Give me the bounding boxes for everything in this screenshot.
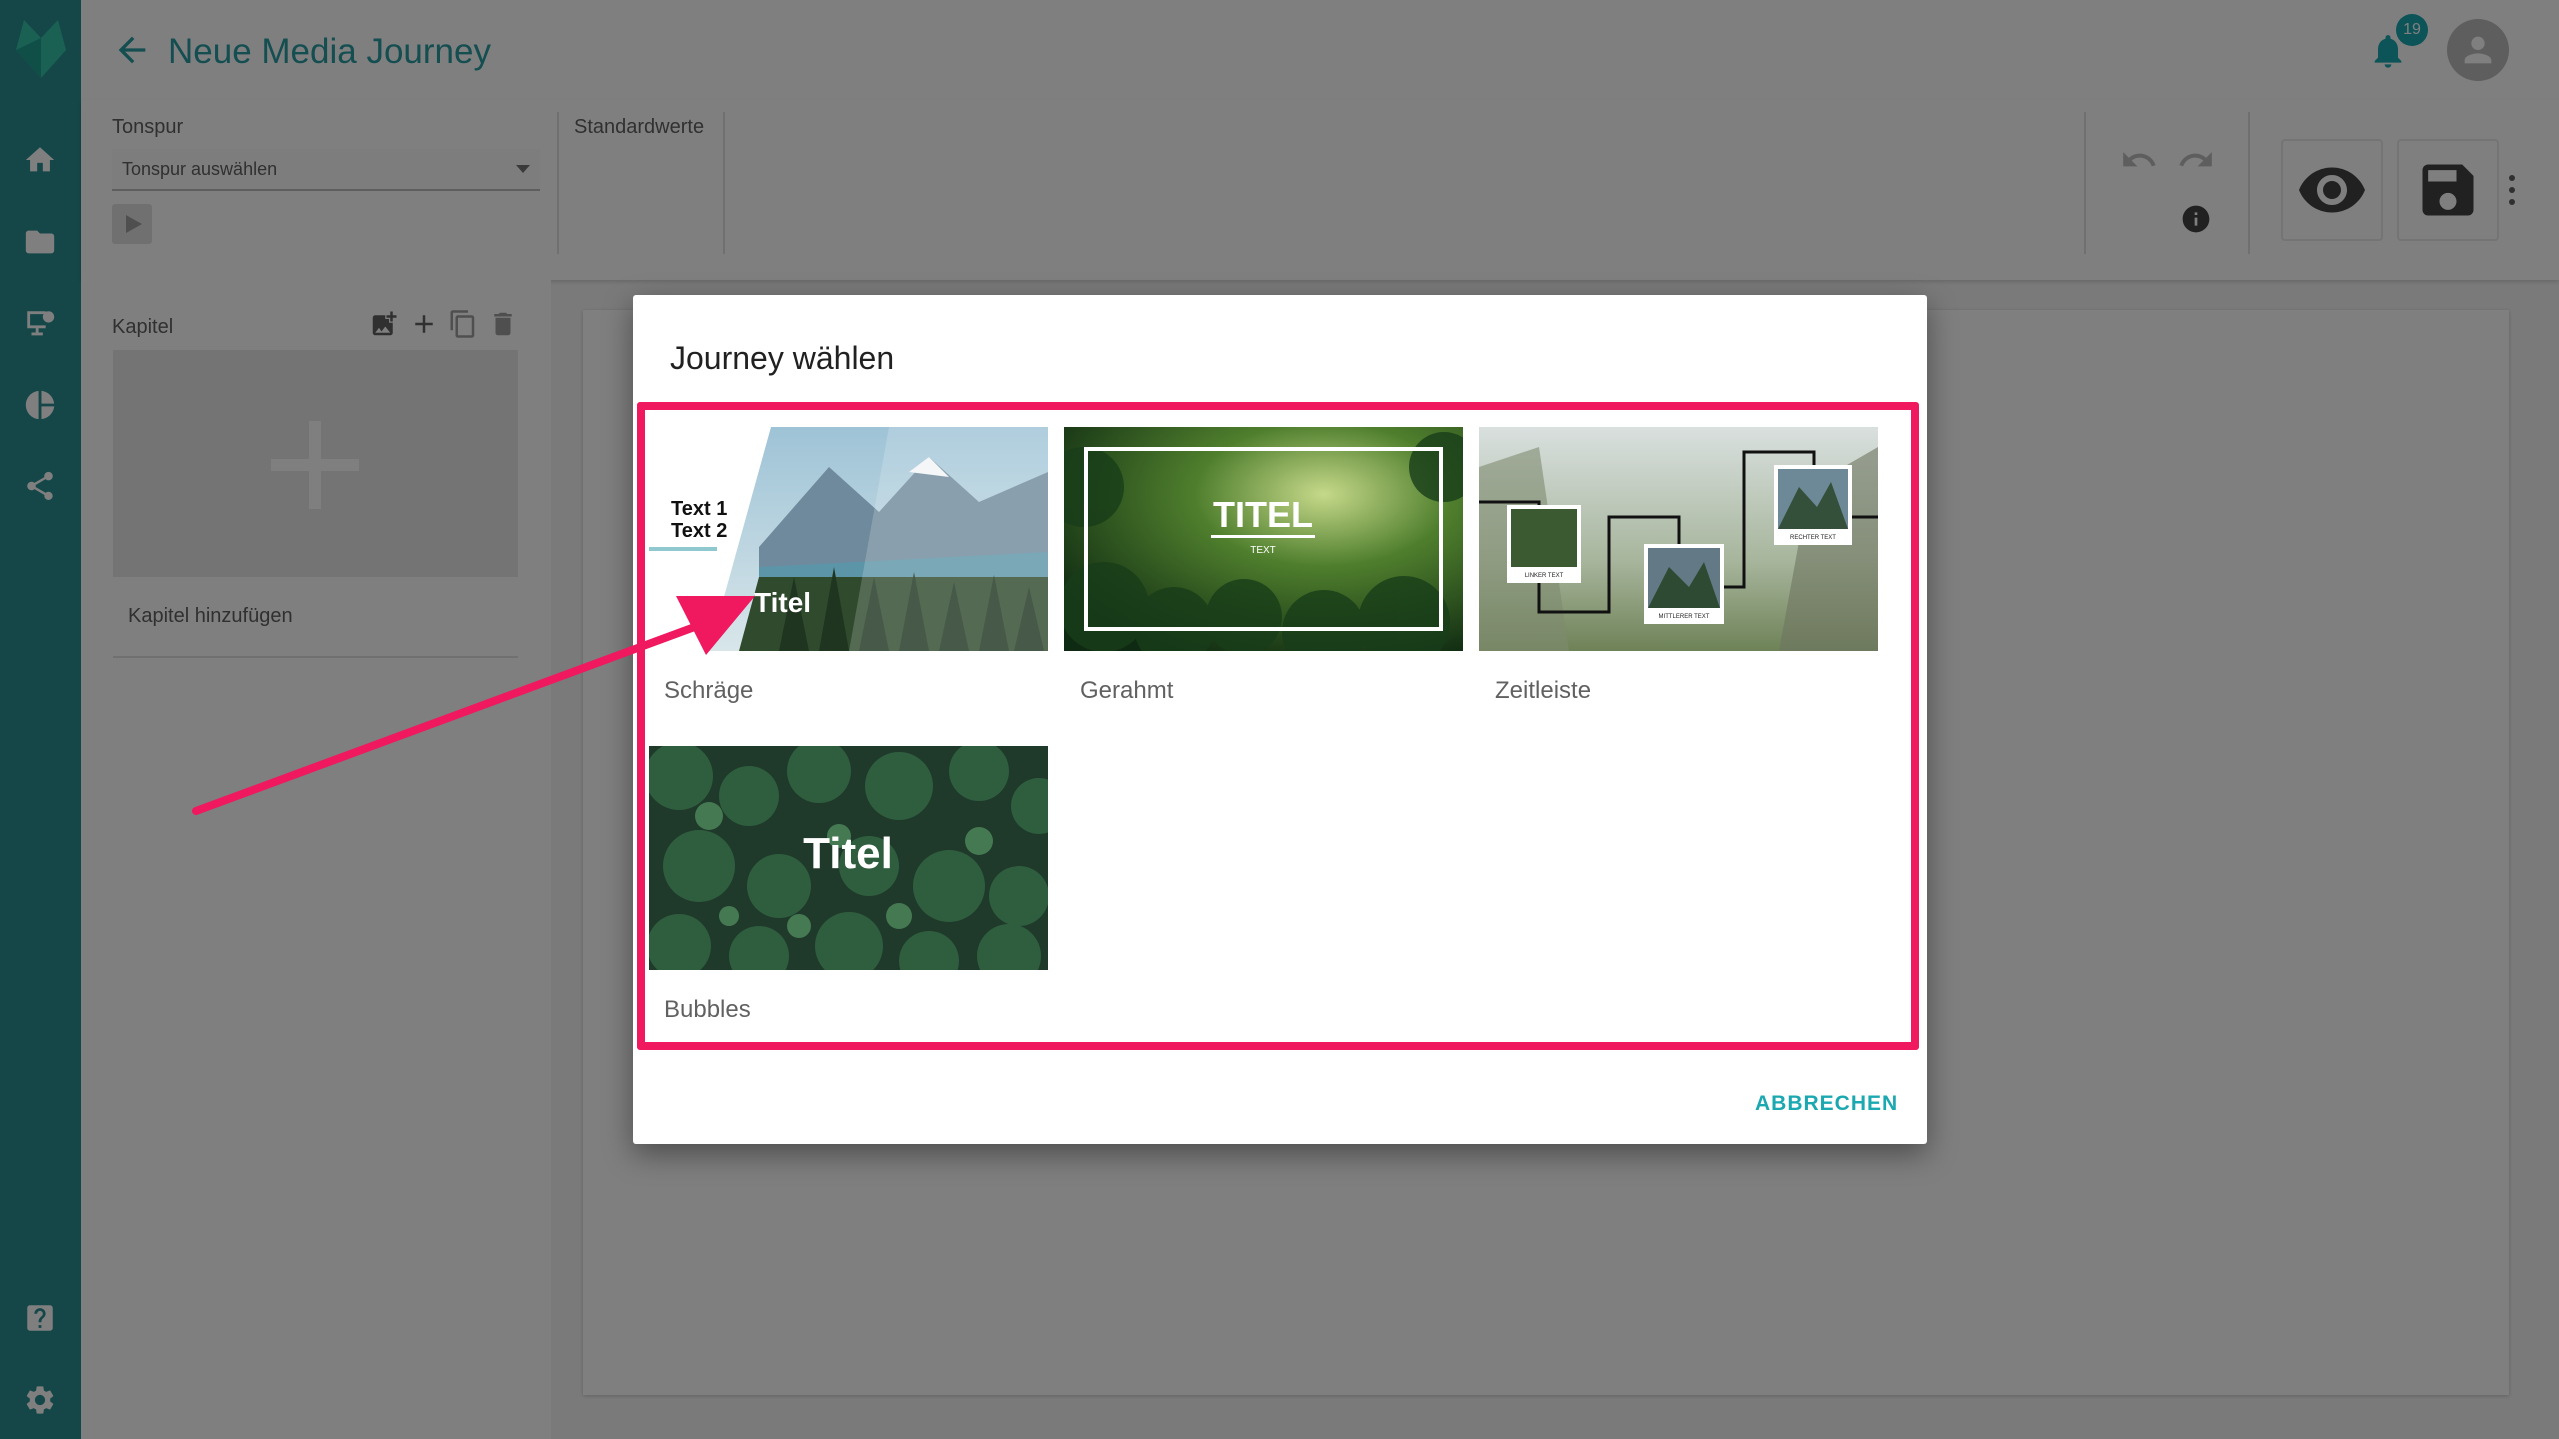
cancel-button[interactable]: ABBRECHEN: [1755, 1092, 1898, 1116]
dialog-title: Journey wählen: [670, 340, 895, 376]
highlight-frame: [637, 402, 1919, 1050]
